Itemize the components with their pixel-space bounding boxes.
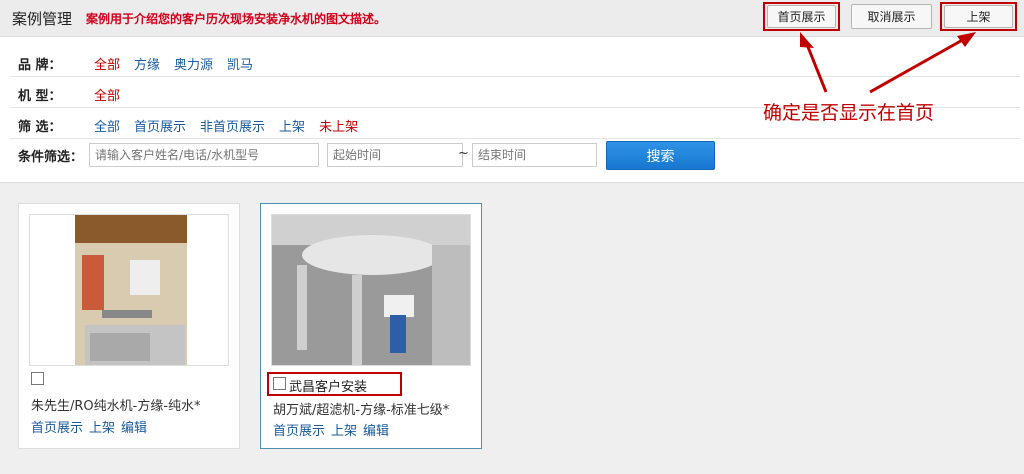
brand-label: 品 牌： — [18, 58, 62, 73]
screen-option-unshelved[interactable]: 未上架 — [319, 116, 358, 135]
case-checkbox[interactable] — [273, 377, 286, 390]
screen-option-all[interactable]: 全部 — [94, 116, 120, 135]
annotation-text: 确定是否显示在首页 — [763, 102, 935, 124]
case-caption: 朱先生/RO纯水机-方缘-纯水* — [31, 399, 201, 414]
condition-label: 条件筛选： — [18, 150, 84, 165]
keyword-input[interactable] — [89, 143, 319, 167]
screen-option-home[interactable]: 首页展示 — [134, 116, 186, 135]
page-header: 案例管理 案例用于介绍您的客户历次现场安装净水机的图文描述。 首页展示 取消展示… — [0, 0, 1024, 37]
case-edit-link[interactable]: 编辑 — [363, 420, 389, 439]
case-photo-image — [30, 215, 228, 365]
end-date-input[interactable] — [472, 143, 597, 167]
case-show-home-link[interactable]: 首页展示 — [31, 417, 83, 436]
case-actions: 首页展示 上架 编辑 — [273, 420, 389, 439]
brand-option-kaima[interactable]: 凯马 — [227, 54, 253, 73]
case-caption: 胡万斌/超滤机-方缘-标准七级* — [273, 403, 450, 418]
date-separator: ~ — [458, 146, 469, 161]
case-shelve-link[interactable]: 上架 — [89, 417, 115, 436]
search-button[interactable]: 搜索 — [606, 141, 715, 170]
case-edit-link[interactable]: 编辑 — [121, 417, 147, 436]
page-description: 案例用于介绍您的客户历次现场安装净水机的图文描述。 — [86, 12, 387, 26]
screen-label: 筛 选： — [18, 120, 62, 135]
case-card[interactable]: 朱先生/RO纯水机-方缘-纯水* 首页展示 上架 编辑 — [18, 203, 240, 449]
case-shelve-link[interactable]: 上架 — [331, 420, 357, 439]
screen-option-not-home[interactable]: 非首页展示 — [200, 116, 265, 135]
case-show-home-link[interactable]: 首页展示 — [273, 420, 325, 439]
case-photo-image — [272, 215, 470, 365]
brand-option-aoliyuan[interactable]: 奥力源 — [174, 54, 213, 73]
screen-option-shelved[interactable]: 上架 — [279, 116, 305, 135]
model-option-all[interactable]: 全部 — [94, 85, 120, 104]
condition-filter-row: 条件筛选： ~ 搜索 — [10, 141, 1020, 173]
model-label: 机 型： — [18, 89, 62, 104]
case-photo[interactable] — [29, 214, 229, 366]
shelve-button[interactable]: 上架 — [944, 5, 1013, 28]
case-title: 武昌客户安装 — [289, 380, 368, 395]
case-checkbox[interactable] — [31, 372, 44, 385]
start-date-input[interactable] — [327, 143, 463, 167]
brand-option-all[interactable]: 全部 — [94, 54, 120, 73]
cancel-show-button[interactable]: 取消展示 — [851, 4, 932, 29]
case-photo[interactable] — [271, 214, 471, 366]
page-title: 案例管理 — [12, 10, 73, 28]
show-home-button[interactable]: 首页展示 — [767, 5, 836, 28]
case-card[interactable]: 武昌客户安装 胡万斌/超滤机-方缘-标准七级* 首页展示 上架 编辑 — [260, 203, 482, 449]
case-actions: 首页展示 上架 编辑 — [31, 417, 147, 436]
brand-filter-row: 品 牌： 全部 方缘 奥力源 凯马 — [10, 46, 1020, 77]
case-gallery: 朱先生/RO纯水机-方缘-纯水* 首页展示 上架 编辑 武昌客户安装 胡万斌/超… — [0, 182, 1024, 474]
brand-option-fangyuan[interactable]: 方缘 — [134, 54, 160, 73]
